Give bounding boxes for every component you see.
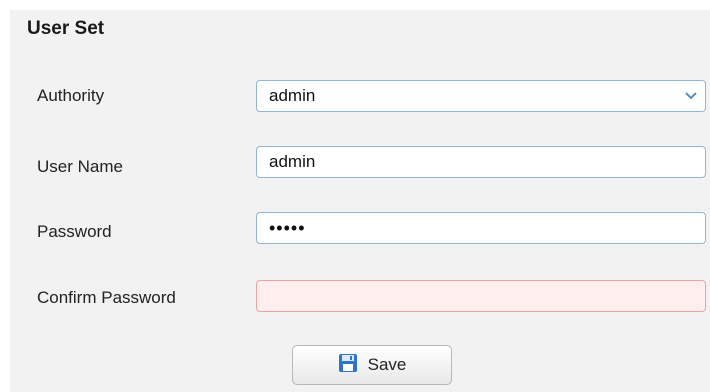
password-field[interactable]: ••••• [256, 212, 706, 244]
section-title: User Set [27, 18, 105, 39]
authority-label: Authority [37, 86, 105, 105]
save-button-label: Save [367, 355, 407, 374]
user-set-panel [10, 10, 710, 392]
user-name-value: admin [269, 152, 316, 171]
authority-value: admin [269, 86, 316, 105]
password-label: Password [37, 222, 112, 241]
confirm-password-field[interactable] [256, 280, 706, 312]
password-value: ••••• [269, 218, 306, 238]
chevron-down-icon[interactable] [678, 82, 704, 110]
floppy-disk-icon [338, 353, 358, 378]
user-name-label: User Name [37, 157, 123, 176]
save-button[interactable]: Save [292, 345, 452, 385]
confirm-password-label: Confirm Password [37, 288, 176, 307]
user-name-field[interactable]: admin [256, 146, 706, 178]
authority-select[interactable]: admin [256, 80, 706, 112]
